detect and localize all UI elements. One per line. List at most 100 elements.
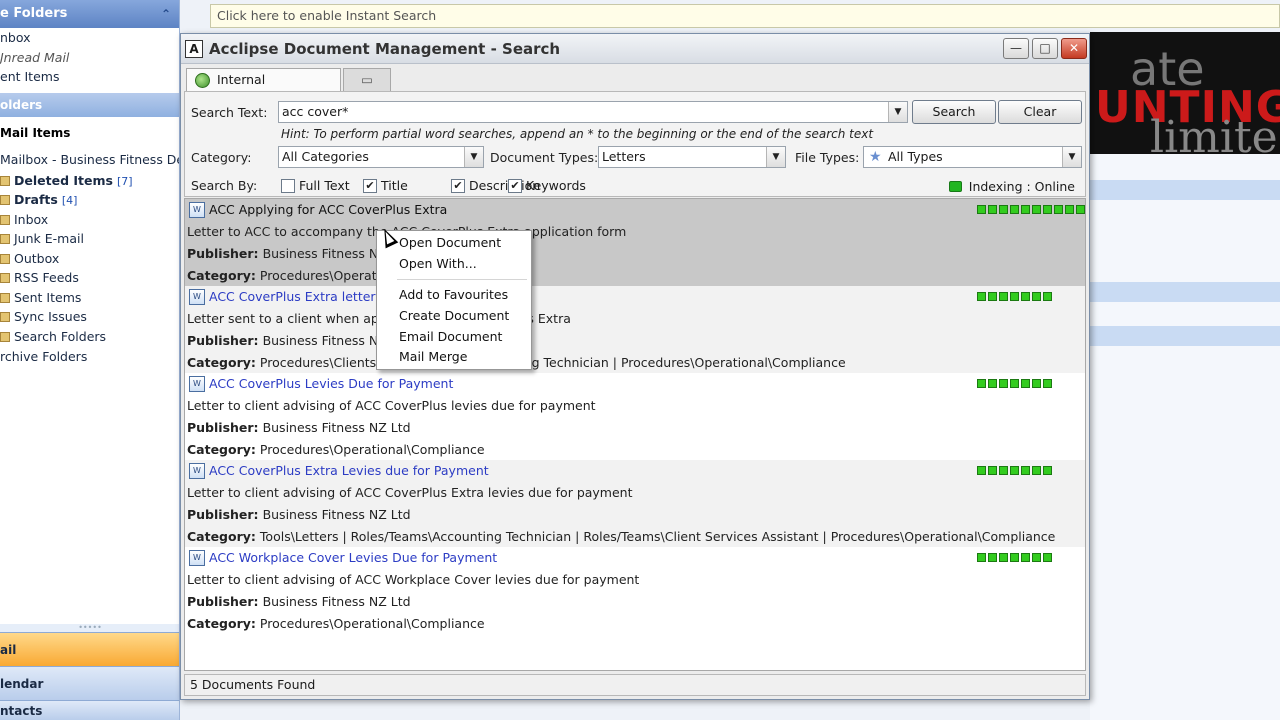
folders-section-header[interactable]: olders xyxy=(0,92,179,117)
menu-email-document[interactable]: Email Document xyxy=(399,327,502,347)
menu-create-document[interactable]: Create Document xyxy=(399,306,509,326)
checkbox-checked-icon[interactable]: ✔ xyxy=(508,179,522,193)
document-description: Letter to client advising of ACC CoverPl… xyxy=(187,398,596,413)
mailbox-root[interactable]: Mailbox - Business Fitness De xyxy=(0,149,179,171)
contacts-nav-button[interactable]: ntacts xyxy=(0,700,179,720)
document-result[interactable]: W ACC Workplace Cover Levies Due for Paym… xyxy=(185,547,1085,634)
document-title-text: ACC CoverPlus Extra Levies due for Payme… xyxy=(209,463,489,478)
document-title-link[interactable]: W ACC Applying for ACC CoverPlus Extra xyxy=(187,201,447,219)
rating-square-icon xyxy=(1032,466,1041,475)
document-title-link[interactable]: W ACC CoverPlus Levies Due for Payment xyxy=(187,375,453,393)
rating-square-icon xyxy=(1043,379,1052,388)
tab-internal-documents[interactable]: Internal Documents xyxy=(186,68,341,109)
mail-folder-item[interactable]: Junk E-mail xyxy=(0,229,179,249)
tab-external[interactable]: ▭ xyxy=(343,68,391,92)
category-label: Category: xyxy=(187,616,256,631)
globe-icon xyxy=(195,73,210,88)
document-title-link[interactable]: W ACC CoverPlus Extra Levies due for Paym… xyxy=(187,462,489,480)
chevron-down-icon[interactable]: ▼ xyxy=(766,147,785,167)
mail-folder-item[interactable]: Sync Issues xyxy=(0,307,179,327)
mail-items-header[interactable]: Mail Items xyxy=(0,120,179,145)
relevance-rating xyxy=(977,203,1085,214)
checkbox-icon[interactable] xyxy=(281,179,295,193)
rating-square-icon xyxy=(1032,205,1041,214)
archive-folders[interactable]: rchive Folders xyxy=(0,346,179,368)
navigation-buttons: ••••• ail lendar ntacts xyxy=(0,624,179,720)
reading-pane-bar xyxy=(1090,282,1280,302)
document-result[interactable]: W ACC CoverPlus Levies Due for Payment Let… xyxy=(185,373,1085,460)
checkbox-checked-icon[interactable]: ✔ xyxy=(451,179,465,193)
documents-found-count: 5 Documents Found xyxy=(190,677,316,692)
instant-search-bar[interactable]: Click here to enable Instant Search xyxy=(210,4,1280,28)
clear-button[interactable]: Clear xyxy=(998,100,1082,124)
rating-square-icon xyxy=(988,466,997,475)
menu-open-document[interactable]: Open Document xyxy=(399,233,501,253)
favorite-folder-item[interactable]: ent Items xyxy=(0,67,179,87)
status-bar: 5 Documents Found xyxy=(184,674,1086,696)
favorite-folder-item[interactable]: Jnread Mail xyxy=(0,48,179,68)
minimize-button[interactable]: — xyxy=(1003,38,1029,59)
calendar-nav-button[interactable]: lendar xyxy=(0,666,179,700)
search-button[interactable]: Search xyxy=(912,100,996,124)
category-value: Procedures\Clients | Roles/Teams\Account… xyxy=(259,355,846,370)
checkbox-checked-icon[interactable]: ✔ xyxy=(363,179,377,193)
document-publisher: Publisher: Business Fitness NZ Ltd xyxy=(187,593,411,611)
results-list: W ACC Applying for ACC CoverPlus Extra Let… xyxy=(184,198,1086,671)
mail-folder-item[interactable]: Sent Items xyxy=(0,288,179,308)
mail-folder-item[interactable]: Deleted Items [7] xyxy=(0,171,179,191)
file-types-select[interactable]: ★ All Types ▼ xyxy=(863,146,1082,168)
dialog-titlebar[interactable]: A Acclipse Document Management - Search … xyxy=(181,34,1089,64)
rating-square-icon xyxy=(1032,379,1041,388)
document-result[interactable]: W ACC CoverPlus Extra Levies due for Paym… xyxy=(185,460,1085,547)
mail-folder-item[interactable]: Inbox xyxy=(0,210,179,230)
rating-square-icon xyxy=(1010,553,1019,562)
search-by-option[interactable]: ✔ Title xyxy=(363,178,408,194)
search-by-option[interactable]: Full Text xyxy=(281,178,350,194)
search-text-input[interactable]: acc cover* ▼ xyxy=(278,101,908,123)
document-types-select[interactable]: Letters ▼ xyxy=(598,146,786,168)
folder-icon xyxy=(0,195,10,205)
mail-folder-label: Deleted Items xyxy=(14,172,113,188)
favorite-folder-item[interactable]: nbox xyxy=(0,28,179,48)
rating-square-icon xyxy=(977,553,986,562)
chevron-down-icon[interactable]: ▼ xyxy=(464,147,483,167)
category-value: All Categories xyxy=(282,149,369,164)
close-button[interactable]: ✕ xyxy=(1061,38,1087,59)
company-logo: ate UNTING limite xyxy=(1090,32,1280,154)
favorite-folders-header[interactable]: e Folders ⌃ xyxy=(0,0,179,28)
rating-square-icon xyxy=(1021,205,1030,214)
mail-folder-item[interactable]: RSS Feeds xyxy=(0,268,179,288)
publisher-value: Business Fitness NZ Ltd xyxy=(262,594,411,609)
maximize-button[interactable]: □ xyxy=(1032,38,1058,59)
rating-square-icon xyxy=(1021,553,1030,562)
menu-open-with[interactable]: Open With... xyxy=(399,254,477,274)
search-by-option-label: Full Text xyxy=(299,178,350,193)
mail-nav-button[interactable]: ail xyxy=(0,632,179,666)
document-types-value: Letters xyxy=(602,149,646,164)
category-select[interactable]: All Categories ▼ xyxy=(278,146,484,168)
document-result[interactable]: W ACC CoverPlus Extra letter to client Let… xyxy=(185,286,1085,373)
mail-folder-item[interactable]: Search Folders xyxy=(0,327,179,347)
rating-square-icon xyxy=(977,379,986,388)
document-result[interactable]: W ACC Applying for ACC CoverPlus Extra Let… xyxy=(185,199,1085,286)
mail-folder-label: Junk E-mail xyxy=(14,231,84,246)
collapse-chevron-icon[interactable]: ⌃ xyxy=(161,0,171,28)
indexing-status-text: Indexing : Online xyxy=(968,179,1075,194)
word-document-icon: W xyxy=(189,289,205,305)
rating-square-icon xyxy=(977,292,986,301)
rating-square-icon xyxy=(988,379,997,388)
mail-folder-item[interactable]: Outbox xyxy=(0,249,179,269)
pane-resize-grip-icon[interactable]: ••••• xyxy=(0,624,179,632)
rating-square-icon xyxy=(1076,205,1085,214)
chevron-down-icon[interactable]: ▼ xyxy=(1062,147,1081,167)
mail-folder-list: Deleted Items [7] Drafts [4] Inbox Junk E-mai… xyxy=(0,171,179,347)
relevance-rating xyxy=(977,464,1054,475)
menu-add-to-favourites[interactable]: Add to Favourites xyxy=(399,285,508,305)
mail-folder-item[interactable]: Drafts [4] xyxy=(0,190,179,210)
chevron-down-icon[interactable]: ▼ xyxy=(888,102,907,122)
search-by-option[interactable]: ✔ Keywords xyxy=(508,178,586,194)
folder-icon xyxy=(0,214,10,225)
document-title-link[interactable]: W ACC Workplace Cover Levies Due for Paym… xyxy=(187,549,497,567)
rating-square-icon xyxy=(999,292,1008,301)
menu-mail-merge[interactable]: Mail Merge xyxy=(399,347,467,367)
